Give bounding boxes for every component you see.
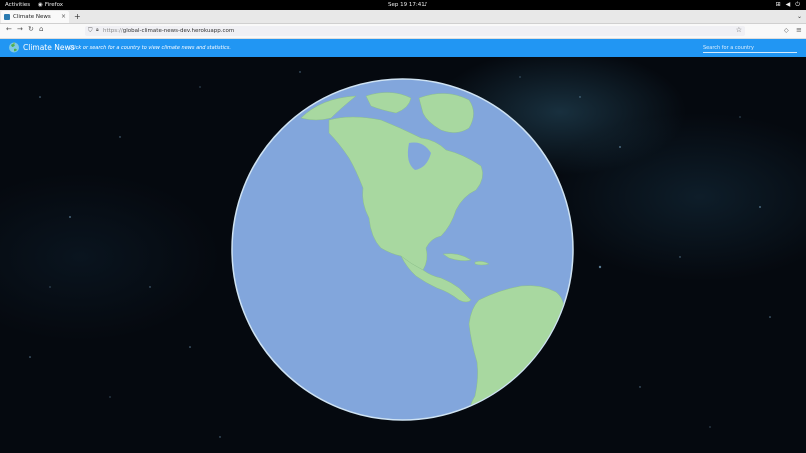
bookmark-star-icon[interactable]: ☆ bbox=[736, 26, 742, 34]
os-top-bar: Activities ◉ Firefox Sep 19 17:41 ♪ ⊞ ◀ … bbox=[0, 0, 806, 10]
favicon-icon bbox=[4, 14, 10, 20]
tab-strip: Climate News × bbox=[0, 10, 806, 24]
forward-button[interactable]: → bbox=[17, 25, 23, 33]
app-name: Firefox bbox=[44, 2, 64, 8]
power-icon: ⏻ bbox=[795, 1, 800, 8]
home-button[interactable]: ⌂ bbox=[39, 25, 43, 33]
reload-button[interactable]: ↻ bbox=[28, 25, 34, 33]
app-header: Climate News - Click or search for a cou… bbox=[0, 39, 806, 57]
app-subtitle: - Click or search for a country to view … bbox=[66, 45, 231, 51]
network-icon: ⊞ bbox=[775, 1, 781, 8]
firefox-icon: ◉ bbox=[38, 2, 43, 8]
country-search-input[interactable] bbox=[703, 43, 797, 53]
menu-icon[interactable]: ≡ bbox=[796, 26, 802, 34]
new-tab-button[interactable]: + bbox=[74, 12, 81, 21]
lock-icon[interactable]: 🔒︎ bbox=[96, 27, 99, 33]
notification-icon: ♪ bbox=[424, 2, 428, 8]
system-tray[interactable]: ⊞ ◀ ⏻ bbox=[776, 1, 800, 9]
back-button[interactable]: ← bbox=[6, 25, 12, 33]
navigation-bar: ← → ↻ ⌂ ⛉ 🔒︎ https://global-climate-news… bbox=[0, 24, 806, 39]
globe-map[interactable] bbox=[231, 78, 574, 421]
clock[interactable]: Sep 19 17:41 bbox=[388, 2, 425, 8]
url-bar[interactable]: ⛉ 🔒︎ https://global-climate-news-dev.her… bbox=[85, 26, 745, 36]
globe-logo-icon[interactable] bbox=[8, 41, 20, 53]
tab-title: Climate News bbox=[13, 14, 51, 20]
url-text: https://global-climate-news-dev.herokuap… bbox=[103, 28, 235, 34]
volume-icon: ◀ bbox=[785, 1, 791, 8]
close-tab-icon[interactable]: × bbox=[61, 13, 66, 20]
activities-button[interactable]: Activities bbox=[5, 2, 30, 8]
tab-climate-news[interactable]: Climate News × bbox=[1, 11, 69, 23]
shield-icon[interactable]: ⛉ bbox=[88, 27, 93, 35]
pocket-icon[interactable]: ◇ bbox=[784, 27, 789, 34]
list-tabs-button[interactable]: ⌄ bbox=[797, 13, 802, 20]
app-menu[interactable]: ◉ Firefox bbox=[38, 2, 63, 8]
